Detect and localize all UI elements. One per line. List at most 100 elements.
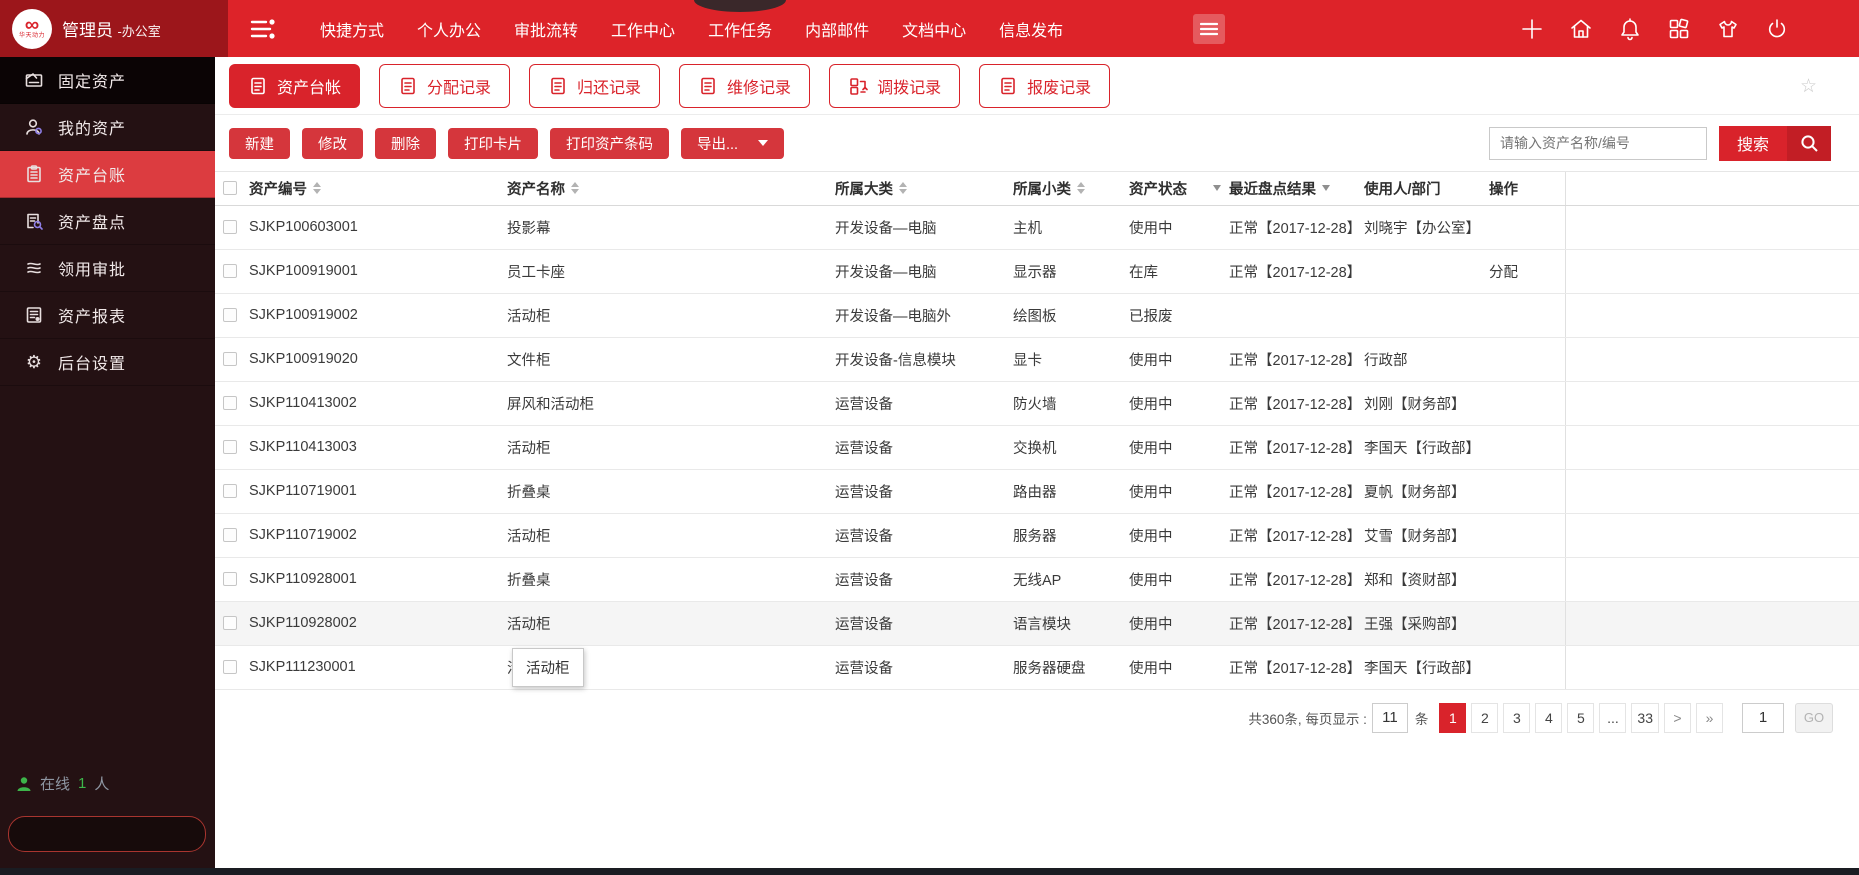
row-checkbox[interactable]: [223, 528, 237, 543]
tab-4[interactable]: 维修记录: [679, 63, 811, 108]
row-checkbox[interactable]: [223, 572, 237, 587]
page-button-33[interactable]: 33: [1631, 702, 1659, 733]
nav-item-6[interactable]: 内部邮件: [805, 17, 869, 41]
toolbar-button-5[interactable]: 打印资产条码: [550, 127, 669, 159]
cell-check: 正常【2017-12-28】: [1229, 557, 1364, 602]
sort-icon[interactable]: [899, 182, 907, 195]
tab-5[interactable]: 调拨记录: [829, 63, 961, 108]
page-button-1[interactable]: 1: [1439, 702, 1467, 733]
row-checkbox[interactable]: [223, 616, 237, 631]
last-page-button[interactable]: »: [1696, 702, 1723, 733]
theme-shirt-icon[interactable]: [1716, 17, 1740, 41]
nav-item-3[interactable]: 审批流转: [514, 17, 578, 41]
home-icon[interactable]: [1569, 17, 1593, 41]
row-checkbox[interactable]: [223, 396, 237, 411]
plus-icon[interactable]: [1520, 17, 1544, 41]
sidebar-item-6[interactable]: 资产报表: [0, 292, 215, 339]
column-label: 资产编号: [249, 181, 307, 198]
tab-3[interactable]: 归还记录: [529, 63, 661, 108]
cell-op: 分配: [1489, 249, 1566, 294]
cell-status: 使用中: [1129, 601, 1229, 646]
select-all-checkbox[interactable]: [223, 181, 237, 196]
next-page-button[interactable]: >: [1664, 702, 1691, 733]
search-button[interactable]: 搜索: [1718, 125, 1831, 161]
cell-check: [1229, 293, 1364, 338]
jump-page-input[interactable]: [1742, 702, 1784, 733]
cell-name: 文件柜: [507, 337, 835, 382]
topbar-user-area[interactable]: ∞ 华天动力 管理员 -办公室: [0, 0, 228, 57]
sort-icon[interactable]: [571, 182, 579, 195]
row-checkbox-cell: [215, 205, 249, 250]
go-button[interactable]: GO: [1795, 702, 1833, 733]
sidebar-search-input[interactable]: [9, 826, 214, 842]
column-header-status[interactable]: 资产状态: [1129, 172, 1229, 206]
export-button[interactable]: 导出...: [681, 127, 785, 159]
column-header-subcategory[interactable]: 所属小类: [1013, 172, 1129, 206]
column-header-code[interactable]: 资产编号: [249, 172, 507, 206]
nav-item-7[interactable]: 文档中心: [902, 17, 966, 41]
assign-action-link[interactable]: 分配: [1489, 265, 1518, 281]
nav-item-2[interactable]: 个人办公: [417, 17, 481, 41]
column-header-name[interactable]: 资产名称: [507, 172, 835, 206]
row-checkbox[interactable]: [223, 484, 237, 499]
cell-user: [1364, 249, 1489, 294]
sidebar-search: [8, 816, 214, 852]
bell-icon[interactable]: [1618, 17, 1642, 41]
tab-1[interactable]: 资产台帐: [229, 63, 361, 108]
column-header-check[interactable]: 最近盘点结果: [1229, 172, 1364, 206]
header-filler-cell: [1565, 172, 1859, 206]
tab-2[interactable]: 分配记录: [379, 63, 511, 108]
cell-category: 运营设备: [835, 381, 1013, 426]
nav-item-5[interactable]: 工作任务: [708, 17, 772, 41]
row-checkbox[interactable]: [223, 308, 237, 323]
search-button-label: 搜索: [1718, 125, 1787, 161]
apps-icon[interactable]: [1667, 17, 1691, 41]
filter-caret-icon[interactable]: [1322, 185, 1330, 192]
toolbar-button-3[interactable]: 删除: [375, 127, 436, 159]
cell-filler: [1565, 381, 1859, 426]
toolbar-button-1[interactable]: 新建: [229, 127, 290, 159]
sidebar: 固定资产 我的资产 资产台账 资产盘点 领用审批 资产报表 ⚙ 后台设置 在线 1 人: [0, 57, 215, 868]
column-header-category[interactable]: 所属大类: [835, 172, 1013, 206]
list-menu-icon[interactable]: [250, 18, 276, 40]
page-button-5[interactable]: 5: [1567, 702, 1595, 733]
cell-category: 开发设备—电脑外: [835, 293, 1013, 338]
page-button-4[interactable]: 4: [1535, 702, 1563, 733]
power-icon[interactable]: [1765, 17, 1789, 41]
column-header-user: 使用人/部门: [1364, 172, 1489, 206]
sort-icon[interactable]: [313, 182, 321, 195]
nav-item-8[interactable]: 信息发布: [999, 17, 1063, 41]
row-checkbox[interactable]: [223, 220, 237, 235]
sidebar-item-4[interactable]: 资产盘点: [0, 198, 215, 245]
toolbar-button-4[interactable]: 打印卡片: [448, 127, 538, 159]
topbar: ∞ 华天动力 管理员 -办公室 快捷方式 个人办公 审批流转 工作中心 工作任务 内部邮件…: [0, 0, 1859, 57]
nav-item-4[interactable]: 工作中心: [611, 17, 675, 41]
page-button-3[interactable]: 3: [1503, 702, 1531, 733]
cell-op: [1489, 469, 1566, 514]
toolbar-button-2[interactable]: 修改: [302, 127, 363, 159]
cell-filler: [1565, 513, 1859, 558]
sidebar-item-2[interactable]: 我的资产: [0, 104, 215, 151]
sidebar-item-1[interactable]: 固定资产: [0, 57, 215, 104]
filter-caret-icon[interactable]: [1213, 185, 1221, 192]
cell-user: 夏帆【财务部】: [1364, 469, 1489, 514]
nav-item-1[interactable]: 快捷方式: [320, 17, 384, 41]
page-button-2[interactable]: 2: [1471, 702, 1499, 733]
asset-search-input[interactable]: [1488, 126, 1707, 160]
column-label: 资产状态: [1129, 181, 1187, 198]
row-checkbox[interactable]: [223, 660, 237, 675]
page-size-input[interactable]: [1371, 702, 1408, 733]
row-checkbox[interactable]: [223, 440, 237, 455]
sidebar-item-3[interactable]: 资产台账: [0, 151, 215, 198]
tab-6[interactable]: 报废记录: [979, 63, 1111, 108]
hamburger-menu-button[interactable]: [1193, 13, 1226, 44]
sidebar-item-5[interactable]: 领用审批: [0, 245, 215, 292]
sidebar-item-7[interactable]: ⚙ 后台设置: [0, 339, 215, 386]
row-checkbox[interactable]: [223, 264, 237, 279]
cell-filler: [1565, 601, 1859, 646]
row-checkbox[interactable]: [223, 352, 237, 367]
record-tabbar: 资产台帐 分配记录 归还记录 维修记录 调拨记录 报废记录 ☆: [215, 57, 1859, 115]
sort-icon[interactable]: [1077, 182, 1085, 195]
online-user-icon: [17, 776, 31, 791]
favorite-star-icon[interactable]: ☆: [1800, 75, 1817, 98]
